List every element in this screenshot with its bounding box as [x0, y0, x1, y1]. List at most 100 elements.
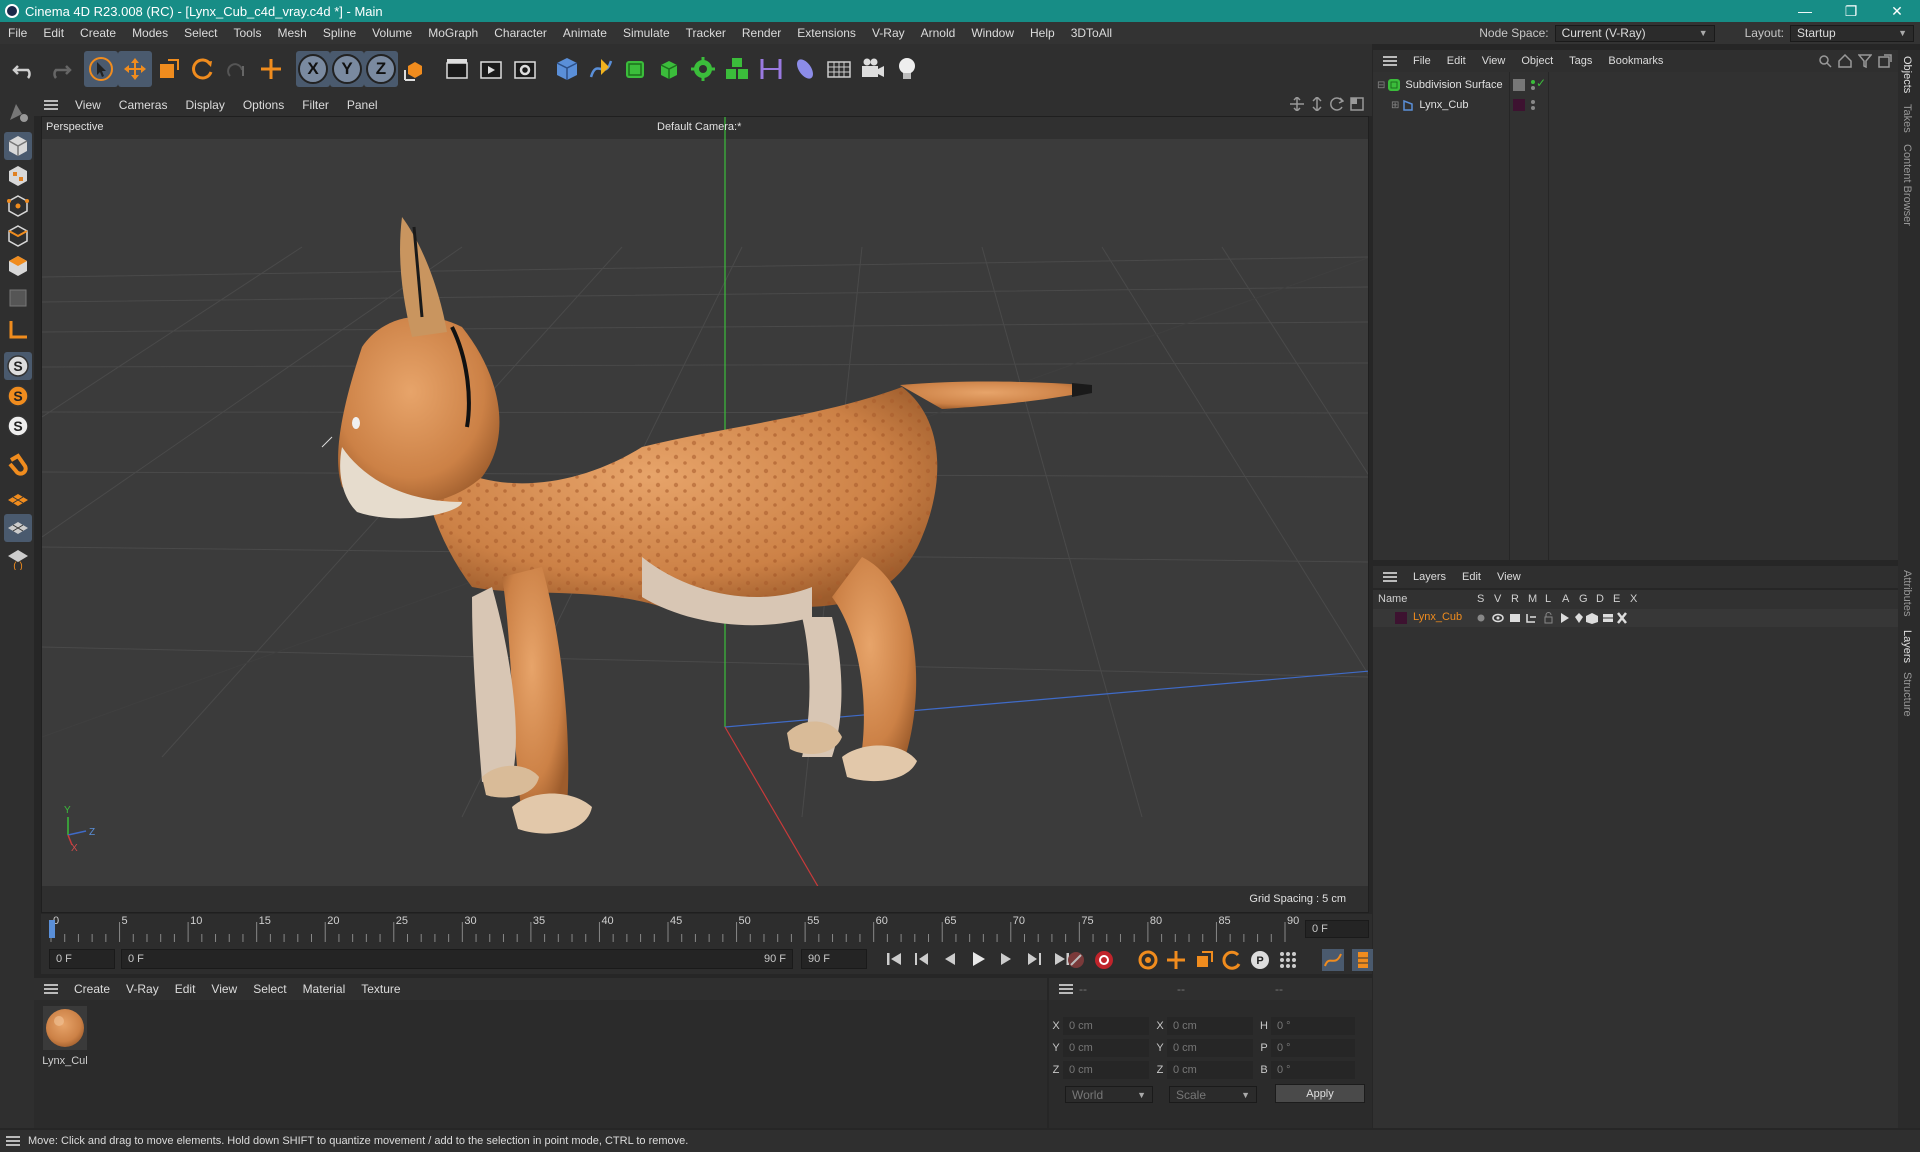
restore-button[interactable]: ❐ — [1828, 0, 1874, 22]
object-coordinates-button[interactable] — [398, 51, 432, 87]
go-to-start-icon[interactable] — [883, 948, 905, 970]
previous-frame-icon[interactable] — [939, 948, 961, 970]
layers-menu-layers[interactable]: Layers — [1405, 571, 1454, 583]
undo-button[interactable] — [8, 51, 42, 87]
x-axis-lock-button[interactable]: X — [296, 51, 330, 87]
coord-rot-p-field[interactable]: 0 ° — [1271, 1039, 1355, 1057]
layer-color-swatch[interactable] — [1395, 612, 1407, 624]
object-row-subdivision-surface[interactable]: ⊟ Subdivision Surface ✓ — [1373, 76, 1898, 94]
mograph-cloner-button[interactable] — [686, 51, 720, 87]
viewport-menu-filter[interactable]: Filter — [293, 98, 338, 112]
menu-select[interactable]: Select — [176, 26, 225, 40]
camera-object-button[interactable] — [856, 51, 890, 87]
perspective-viewport[interactable]: Y Z X Perspective Default Camera:* Grid … — [41, 116, 1369, 913]
coordinates-hamburger-icon[interactable] — [1059, 984, 1073, 994]
solo-off-button[interactable]: S — [4, 412, 32, 440]
coord-size-x-field[interactable]: 0 cm — [1167, 1017, 1253, 1035]
material-menu-material[interactable]: Material — [295, 982, 354, 996]
menu-character[interactable]: Character — [486, 26, 555, 40]
menu-mograph[interactable]: MoGraph — [420, 26, 486, 40]
layers-menu-edit[interactable]: Edit — [1454, 571, 1489, 583]
viewport-hamburger-icon[interactable] — [44, 100, 58, 110]
autokey-icon[interactable] — [1093, 949, 1115, 971]
next-keyframe-icon[interactable] — [1023, 948, 1045, 970]
point-level-key-icon[interactable] — [1277, 949, 1299, 971]
menu-edit[interactable]: Edit — [35, 26, 72, 40]
dope-sheet-icon[interactable] — [1351, 948, 1375, 972]
point-mode-button[interactable] — [4, 192, 32, 220]
menu-simulate[interactable]: Simulate — [615, 26, 678, 40]
object-row-lynx-cub[interactable]: ⊞ Lynx_Cub — [1373, 96, 1898, 114]
layout-dropdown[interactable]: Startup ▼ — [1790, 24, 1914, 42]
render-view-button[interactable] — [440, 51, 474, 87]
z-axis-lock-button[interactable]: Z — [364, 51, 398, 87]
menu-3dtoall[interactable]: 3DToAll — [1063, 26, 1120, 40]
render-settings-button[interactable] — [508, 51, 542, 87]
coord-pos-y-field[interactable]: 0 cm — [1063, 1039, 1149, 1057]
move-tool-button[interactable] — [118, 51, 152, 87]
close-button[interactable]: ✕ — [1874, 0, 1920, 22]
layer-color-swatch[interactable] — [1513, 99, 1525, 111]
viewport-camera[interactable]: Default Camera:* — [657, 121, 741, 133]
layer-col-solo[interactable]: S — [1477, 593, 1484, 605]
layer-flags-icons[interactable] — [1473, 611, 1643, 625]
coord-size-z-field[interactable]: 0 cm — [1167, 1061, 1253, 1079]
solo-hierarchy-button[interactable]: S — [4, 382, 32, 410]
home-icon[interactable] — [1838, 54, 1852, 68]
apply-button[interactable]: Apply — [1275, 1084, 1365, 1103]
side-tab-attributes[interactable]: Attributes — [1901, 570, 1913, 616]
layer-col-render[interactable]: R — [1511, 593, 1519, 605]
playhead-marker[interactable] — [49, 920, 55, 938]
cube-primitive-button[interactable] — [550, 51, 584, 87]
menu-tools[interactable]: Tools — [225, 26, 269, 40]
material-menu-texture[interactable]: Texture — [353, 982, 408, 996]
material-menu-vray[interactable]: V-Ray — [118, 982, 167, 996]
objects-menu-file[interactable]: File — [1405, 55, 1439, 67]
menu-vray[interactable]: V-Ray — [864, 26, 913, 40]
record-keys-icon[interactable] — [1065, 949, 1087, 971]
objects-menu-bookmarks[interactable]: Bookmarks — [1600, 55, 1671, 67]
enabled-checkmark-icon[interactable]: ✓ — [1536, 76, 1546, 90]
make-editable-button[interactable] — [4, 98, 32, 126]
pan-view-icon[interactable] — [1290, 97, 1304, 111]
collapse-icon[interactable]: ⊟ — [1377, 80, 1385, 91]
coordinate-space-dropdown[interactable]: World ▼ — [1065, 1086, 1153, 1103]
coord-pos-x-field[interactable]: 0 cm — [1063, 1017, 1149, 1035]
objects-menu-edit[interactable]: Edit — [1439, 55, 1474, 67]
layer-col-xref[interactable]: X — [1630, 593, 1637, 605]
material-hamburger-icon[interactable] — [44, 984, 58, 994]
objects-menu-tags[interactable]: Tags — [1561, 55, 1600, 67]
menu-window[interactable]: Window — [963, 26, 1022, 40]
menu-file[interactable]: File — [0, 26, 35, 40]
menu-arnold[interactable]: Arnold — [913, 26, 964, 40]
current-frame-field[interactable]: 0 F — [1305, 920, 1369, 938]
side-tab-content-browser[interactable]: Content Browser — [1901, 144, 1913, 226]
subdivision-surface-button[interactable] — [618, 51, 652, 87]
workplane-button[interactable] — [4, 316, 32, 344]
start-frame-field[interactable]: 0 F — [49, 949, 115, 969]
select-tool-button[interactable] — [84, 51, 118, 87]
material-menu-create[interactable]: Create — [66, 982, 118, 996]
snap-button[interactable] — [4, 450, 32, 478]
coord-rot-b-field[interactable]: 0 ° — [1271, 1061, 1355, 1079]
viewport-menu-view[interactable]: View — [66, 98, 110, 112]
extrude-generator-button[interactable] — [652, 51, 686, 87]
material-item[interactable]: Lynx_Cul — [42, 1006, 88, 1067]
node-space-dropdown[interactable]: Current (V-Ray) ▼ — [1554, 24, 1715, 42]
rotation-key-icon[interactable] — [1221, 949, 1243, 971]
material-menu-edit[interactable]: Edit — [167, 982, 204, 996]
side-tab-objects[interactable]: Objects — [1901, 56, 1913, 93]
coord-pos-z-field[interactable]: 0 cm — [1063, 1061, 1149, 1079]
redo-button[interactable] — [42, 51, 76, 87]
edge-mode-button[interactable] — [4, 222, 32, 250]
field-button[interactable] — [788, 51, 822, 87]
timeline-window-icon[interactable] — [1321, 948, 1345, 972]
new-window-icon[interactable] — [1878, 54, 1892, 68]
expand-icon[interactable]: ⊞ — [1391, 100, 1399, 111]
objects-hamburger-icon[interactable] — [1383, 56, 1397, 66]
menu-render[interactable]: Render — [734, 26, 789, 40]
previous-keyframe-icon[interactable] — [911, 948, 933, 970]
objects-menu-view[interactable]: View — [1474, 55, 1514, 67]
polygon-mode-button[interactable] — [4, 252, 32, 280]
objects-menu-object[interactable]: Object — [1513, 55, 1561, 67]
